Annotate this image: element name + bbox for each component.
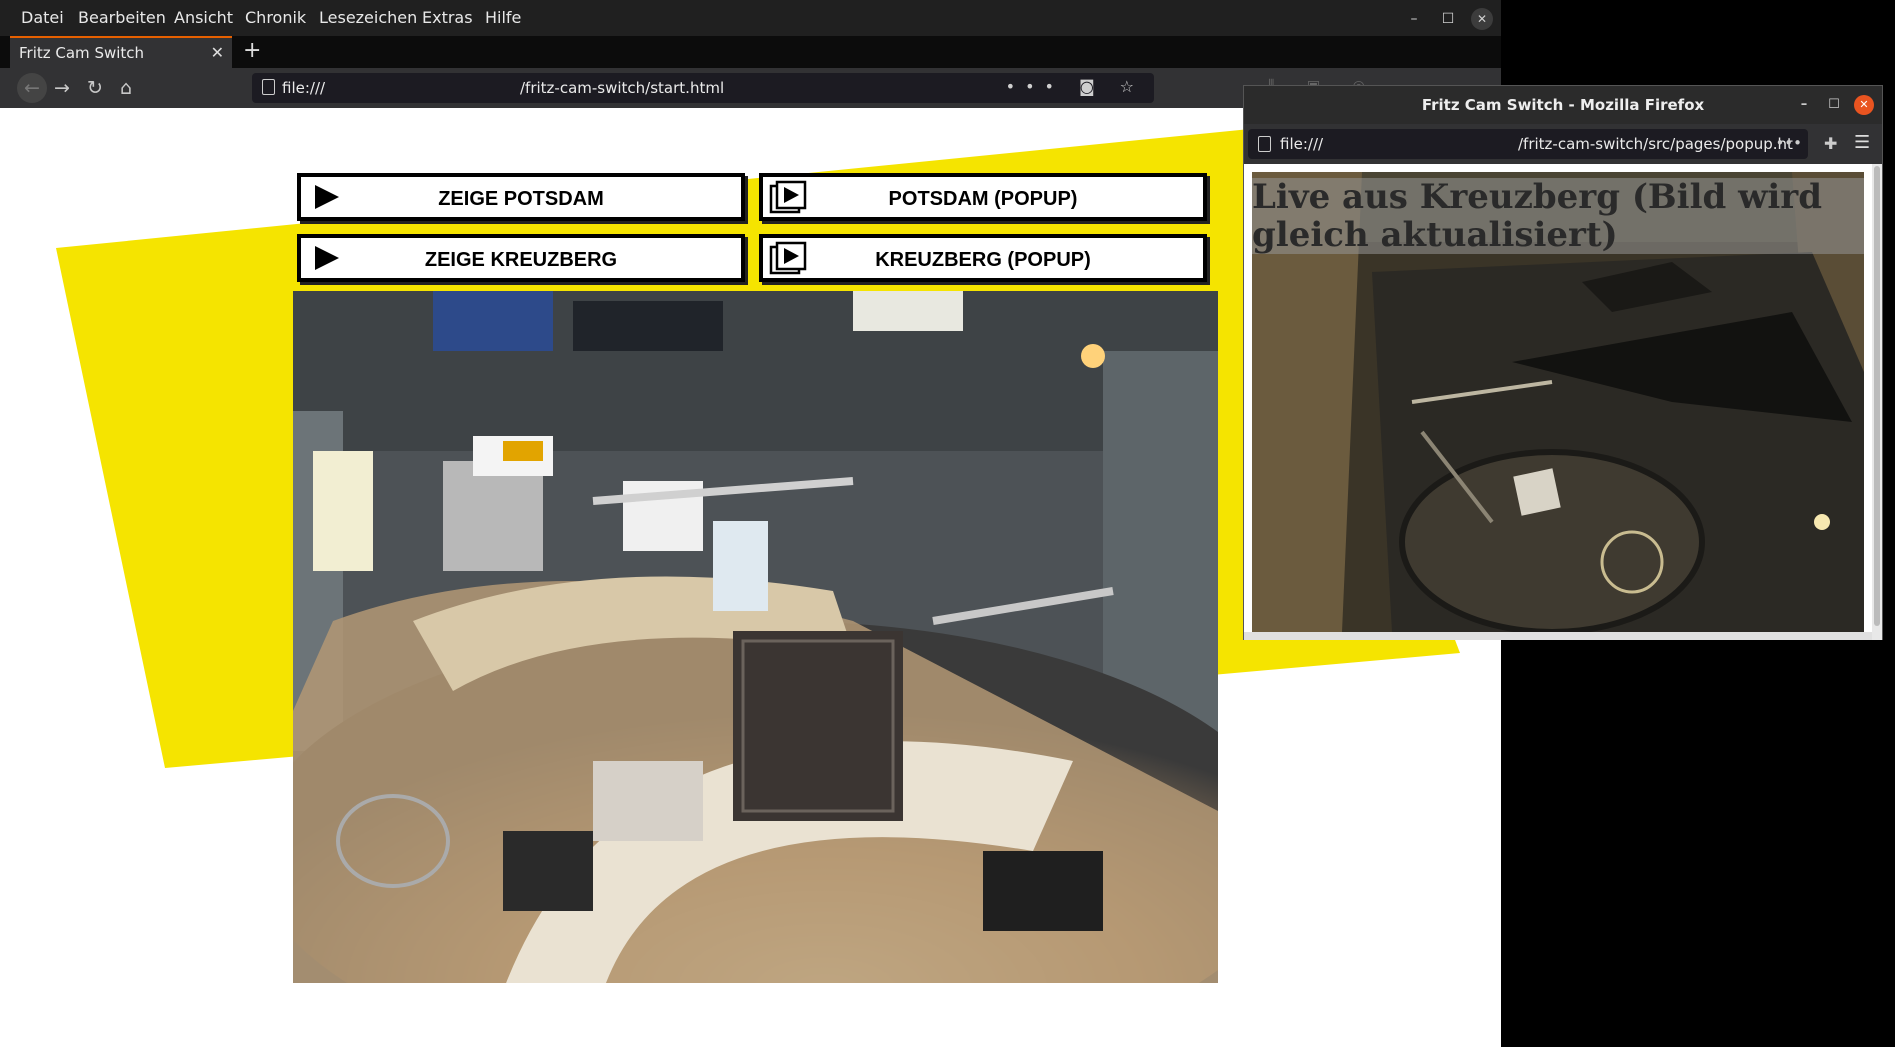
potsdam-popup-label: POTSDAM (POPUP) [888,188,1078,210]
close-icon[interactable]: ✕ [1471,8,1493,30]
reload-icon[interactable]: ↻ [83,76,107,100]
url-scheme: file:/// [282,79,326,97]
popup-close-icon[interactable]: ✕ [1854,95,1874,115]
kreuzberg-popup-button[interactable]: KREUZBERG (POPUP) [759,234,1207,282]
back-arrow-icon[interactable]: ← [17,73,47,103]
menu-chronik[interactable]: Chronik [245,8,306,27]
popup-title-bar[interactable]: Fritz Cam Switch - Mozilla Firefox – ☐ ✕ [1244,86,1882,124]
popup-window-title: Fritz Cam Switch - Mozilla Firefox [1421,96,1705,114]
tab-close-icon[interactable]: ✕ [211,43,224,62]
potsdam-webcam-image [293,291,1218,983]
show-kreuzberg-label: ZEIGE KREUZBERG [424,249,618,271]
horizontal-scrollbar[interactable] [1244,632,1872,640]
menu-lesezeichen[interactable]: Lesezeichen [319,8,417,27]
show-kreuzberg-button[interactable]: ZEIGE KREUZBERG [297,234,745,282]
popup-url-path: /fritz-cam-switch/src/pages/popup.ht [1518,135,1793,153]
tab-fritz-cam-switch[interactable]: Fritz Cam Switch ✕ [10,36,232,68]
popup-page-content: Live aus Kreuzberg (Bild wird gleich akt… [1244,164,1882,640]
new-tab-icon[interactable]: + [243,38,261,63]
popup-minimize-icon[interactable]: – [1794,95,1814,115]
menu-bar: Datei Bearbeiten Ansicht Chronik Lesezei… [0,0,1501,36]
popup-navigation-toolbar: file:/// /fritz-cam-switch/src/pages/pop… [1244,124,1882,164]
potsdam-popup-button[interactable]: POTSDAM (POPUP) [759,173,1207,221]
live-caption: Live aus Kreuzberg (Bild wird gleich akt… [1252,178,1864,254]
popup-url-scheme: file:/// [1280,135,1324,153]
menu-datei[interactable]: Datei [21,8,64,27]
menu-extras[interactable]: Extras [422,8,473,27]
kreuzberg-popup-label: KREUZBERG (POPUP) [875,249,1091,271]
home-icon[interactable]: ⌂ [114,76,138,100]
menu-hilfe[interactable]: Hilfe [485,8,521,27]
tab-title: Fritz Cam Switch [19,44,145,62]
url-bar[interactable]: file:/// /fritz-cam-switch/start.html ••… [252,73,1154,103]
maximize-icon[interactable]: ☐ [1437,8,1459,30]
page-document-icon [262,79,275,95]
popup-maximize-icon[interactable]: ☐ [1824,95,1844,115]
forward-arrow-icon[interactable]: → [50,76,74,100]
popup-browser-window: Fritz Cam Switch - Mozilla Firefox – ☐ ✕… [1243,85,1883,640]
hamburger-menu-icon[interactable]: ☰ [1854,132,1870,153]
popup-url-bar[interactable]: file:/// /fritz-cam-switch/src/pages/pop… [1248,129,1808,159]
minimize-icon[interactable]: – [1403,8,1425,30]
show-potsdam-button[interactable]: ZEIGE POTSDAM [297,173,745,221]
url-actions-icons[interactable]: ••• ◙ ☆ [1006,77,1144,96]
menu-ansicht[interactable]: Ansicht [174,8,233,27]
vertical-scrollbar[interactable] [1872,164,1882,640]
tab-bar: Fritz Cam Switch ✕ + [0,36,1501,68]
url-path: /fritz-cam-switch/start.html [520,79,725,97]
page-actions-icon[interactable]: ••• [1775,134,1802,152]
page-document-icon [1258,136,1271,152]
menu-bearbeiten[interactable]: Bearbeiten [78,8,166,27]
extensions-icon[interactable]: ✚ [1824,134,1837,153]
show-potsdam-label: ZEIGE POTSDAM [438,188,604,210]
